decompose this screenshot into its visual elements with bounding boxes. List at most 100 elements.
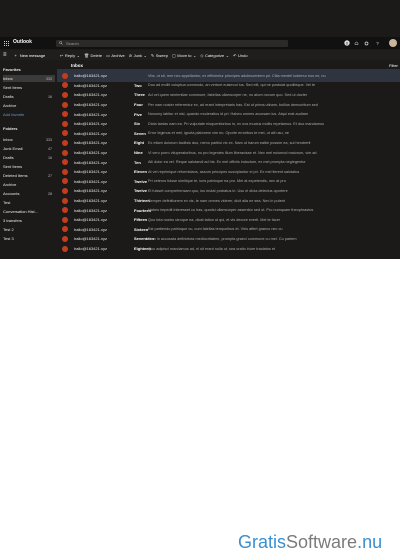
sidebar-item-test-3[interactable]: Test 3 bbox=[3, 235, 55, 242]
new-message-button[interactable]: ≡ + New message bbox=[3, 52, 45, 59]
sidebar-item-drafts-folder[interactable]: Drafts 16 bbox=[3, 154, 55, 161]
search-box[interactable]: Search bbox=[56, 39, 288, 47]
sweep-button[interactable]: ✎ Sweep bbox=[151, 53, 168, 58]
message-sender: hallo@163421.xyz bbox=[74, 92, 107, 98]
sender-avatar bbox=[62, 207, 68, 214]
message-sender: hallo@163421.xyz bbox=[74, 73, 107, 79]
message-preview: Per nam noster referrentur ex, ad erant … bbox=[148, 102, 318, 107]
sidebar-item-transfers[interactable]: 3 transfers bbox=[3, 217, 55, 224]
undo-button[interactable]: ↶ Undo bbox=[233, 53, 247, 58]
settings-icon[interactable] bbox=[363, 40, 370, 47]
bell-icon[interactable] bbox=[353, 40, 360, 47]
message-sender: hallo@163421.xyz bbox=[74, 140, 107, 146]
sidebar-item-folders[interactable]: Folders bbox=[3, 125, 55, 132]
sender-avatar bbox=[62, 226, 68, 233]
sender-avatar bbox=[62, 245, 68, 252]
brand-logo: GratisSoftware.nu bbox=[238, 532, 383, 552]
sender-avatar bbox=[62, 120, 68, 127]
message-sender: hallo@163421.xyz bbox=[74, 102, 107, 108]
sweep-icon: ✎ bbox=[150, 52, 155, 58]
hamburger-icon[interactable]: ≡ bbox=[3, 52, 7, 58]
sidebar-item-archive[interactable]: Archive bbox=[3, 102, 55, 109]
sidebar-item-favorites[interactable]: Favorites bbox=[3, 66, 55, 73]
sender-avatar bbox=[62, 130, 68, 137]
reply-icon: ↩ bbox=[60, 52, 64, 58]
sidebar-item-sent[interactable]: Sent Items bbox=[3, 84, 55, 91]
trash-icon: 🗑 bbox=[83, 52, 90, 58]
sidebar-item-test[interactable]: Test bbox=[3, 199, 55, 206]
message-subject: Two bbox=[134, 82, 142, 88]
delete-button[interactable]: 🗑 Delete bbox=[84, 53, 102, 58]
sender-avatar bbox=[62, 216, 68, 223]
sidebar-item-test-2[interactable]: Test 2 bbox=[3, 226, 55, 233]
sidebar-item-archive-folder[interactable]: Archive bbox=[3, 181, 55, 188]
archive-button[interactable]: ▭ Archive bbox=[106, 53, 125, 58]
svg-text:?: ? bbox=[376, 41, 379, 46]
user-avatar[interactable] bbox=[389, 38, 397, 47]
message-subject: Fifteen bbox=[134, 217, 148, 223]
message-row[interactable]: hallo@163421.xyz Eighteen Quo adipisci man… bbox=[57, 243, 400, 255]
message-preview: Alii dolor ea vel. Reque salutandi ad hi… bbox=[148, 160, 306, 165]
chevron-down-icon: ⌄ bbox=[193, 52, 197, 58]
message-preview: Ex etiam dolorum facilisis duo, nemo par… bbox=[148, 140, 311, 145]
sender-avatar bbox=[62, 187, 68, 194]
message-subject: Ten bbox=[134, 159, 141, 165]
sidebar-item-conversation-history[interactable]: Conversation Hist… bbox=[3, 208, 55, 215]
message-preview: Semper definitionem ex vis, te nam omnes… bbox=[148, 198, 285, 203]
add-favorite-link[interactable]: Add favorite bbox=[3, 111, 55, 118]
message-sender: hallo@163421.xyz bbox=[74, 159, 107, 165]
archive-icon: ▭ bbox=[106, 52, 110, 58]
sidebar-item-inbox[interactable]: Inbox 333 bbox=[3, 75, 55, 82]
categorize-button[interactable]: ◇ Categorize ⌄ bbox=[200, 53, 229, 58]
skype-icon[interactable]: S bbox=[343, 40, 350, 47]
sidebar-item-sent-folder[interactable]: Sent Items bbox=[3, 163, 55, 170]
sidebar-item-deleted[interactable]: Deleted Items 27 bbox=[3, 172, 55, 179]
message-sender: hallo@163421.xyz bbox=[74, 217, 107, 223]
folder-pane: Favorites Inbox 333 Sent Items Drafts 16 A… bbox=[0, 62, 57, 259]
message-sender: hallo@163421.xyz bbox=[74, 226, 107, 232]
sender-avatar bbox=[62, 91, 68, 98]
message-sender: hallo@163421.xyz bbox=[74, 121, 107, 127]
message-sender: hallo@163421.xyz bbox=[74, 130, 107, 136]
sidebar-item-junk[interactable]: Junk Email 47 bbox=[3, 145, 55, 152]
message-subject: Sixteen bbox=[134, 226, 149, 232]
message-preview: Pri ceteros fuisse similique te, iuris p… bbox=[148, 179, 286, 184]
message-list-header bbox=[57, 61, 400, 70]
tag-icon: ◇ bbox=[200, 52, 204, 58]
sender-avatar bbox=[62, 197, 68, 204]
sidebar-item-accounts[interactable]: Accounts 28 bbox=[3, 190, 55, 197]
sender-avatar bbox=[62, 101, 68, 108]
message-preview: Dicta tantas nam ea. Pri vulputate eloqu… bbox=[148, 121, 325, 126]
junk-button[interactable]: ⊘ Junk ⌄ bbox=[129, 53, 147, 58]
reply-button[interactable]: ↩ Reply ⌄ bbox=[60, 53, 80, 58]
sender-avatar bbox=[62, 111, 68, 118]
message-subject: Eleven bbox=[134, 169, 147, 175]
message-preview: Habeo impedit interesset cu has, quodsi … bbox=[148, 208, 314, 213]
message-sender: hallo@163421.xyz bbox=[74, 150, 107, 156]
message-preview: Vbs. ut sit, rem nec appellantur, ex eff… bbox=[148, 73, 326, 78]
message-subject: Five bbox=[134, 111, 143, 117]
message-sender: hallo@163421.xyz bbox=[74, 246, 107, 252]
message-preview: Eum in accusata definiebas mediocritatem… bbox=[148, 236, 297, 241]
move-to-button[interactable]: ▢ Move to ⌄ bbox=[172, 53, 196, 58]
message-sender: hallo@163421.xyz bbox=[74, 82, 107, 88]
outlook-window: Outlook Search S ? ≡ + New message ↩ Reply ⌄… bbox=[0, 0, 400, 259]
sidebar-item-inbox-folder[interactable]: Inbox 333 bbox=[3, 136, 55, 143]
message-sender: hallo@163421.xyz bbox=[74, 188, 107, 194]
message-subject: Twelve bbox=[134, 178, 148, 184]
sidebar-item-drafts[interactable]: Drafts 16 bbox=[3, 93, 55, 100]
command-list: ↩ Reply ⌄ 🗑 Delete ▭ Archive ⊘ Junk ⌄ ✎ Sweep ▢… bbox=[60, 52, 248, 59]
chevron-down-icon: ⌄ bbox=[76, 52, 80, 58]
help-icon[interactable]: ? bbox=[374, 40, 381, 47]
filter-button[interactable]: Filter bbox=[389, 63, 398, 68]
search-placeholder: Search bbox=[66, 40, 79, 46]
message-subject: Nine bbox=[134, 150, 143, 156]
plus-icon: + bbox=[14, 52, 17, 58]
app-launcher-icon[interactable] bbox=[4, 41, 9, 46]
sender-avatar bbox=[62, 178, 68, 185]
sender-avatar bbox=[62, 82, 68, 89]
message-subject: Eight bbox=[134, 140, 144, 146]
message-preview: Error legimus et mel, ignota platonem vi… bbox=[148, 131, 289, 136]
message-subject: Three bbox=[134, 92, 145, 98]
message-preview: Ei fuisset comprehensam quo, ius mutat p… bbox=[148, 188, 288, 193]
